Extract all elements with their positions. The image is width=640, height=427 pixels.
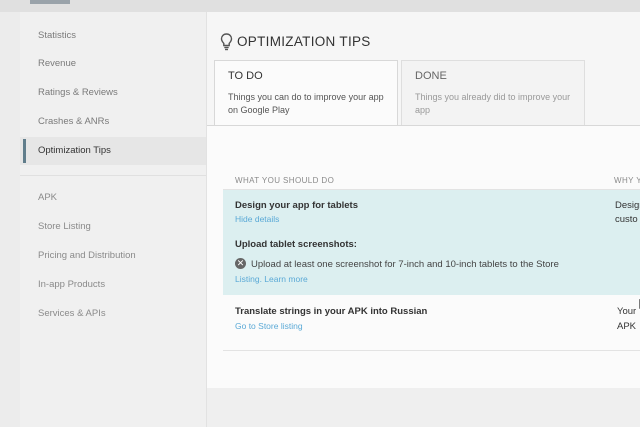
tip-reason-line: APK (617, 321, 637, 332)
column-header-why: WHY Y (614, 176, 640, 185)
tip-row-tablets[interactable]: Design your app for tablets Hide details… (223, 190, 640, 295)
tips-table: WHAT YOU SHOULD DO WHY Y Design your app… (207, 126, 640, 388)
lightbulb-icon (220, 33, 233, 51)
x-circle-icon: ✕ (235, 258, 246, 269)
tab-label: TO DO (228, 70, 263, 82)
tip-title: Design your app for tablets (235, 200, 358, 211)
store-listing-learn-more-link[interactable]: Listing. Learn more (235, 274, 308, 284)
tip-reason-line: Design (615, 200, 640, 211)
sidebar-item-apk[interactable]: APK (20, 184, 206, 212)
page-title: OPTIMIZATION TIPS (237, 34, 371, 49)
main-panel: OPTIMIZATION TIPS TO DO Things you can d… (207, 12, 640, 427)
go-to-store-listing-link[interactable]: Go to Store listing (235, 321, 303, 331)
sidebar-item-label: Revenue (38, 58, 77, 69)
sidebar-divider (20, 175, 206, 176)
sidebar-item-pricing-distribution[interactable]: Pricing and Distribution (20, 242, 206, 270)
column-header-what: WHAT YOU SHOULD DO (235, 176, 335, 185)
tab-to-do[interactable]: TO DO Things you can do to improve your … (214, 60, 398, 127)
tab-done[interactable]: DONE Things you already did to improve y… (401, 60, 585, 126)
tip-error-text: Upload at least one screenshot for 7-inc… (251, 259, 559, 270)
top-bar (0, 0, 640, 12)
sidebar-item-label: Ratings & Reviews (38, 87, 118, 98)
sidebar-item-store-listing[interactable]: Store Listing (20, 213, 206, 241)
sidebar-item-label: Services & APIs (38, 308, 106, 319)
tab-description: Things you can do to improve your app on… (228, 92, 384, 115)
sidebar-item-ratings-reviews[interactable]: Ratings & Reviews (20, 79, 206, 107)
sidebar-item-statistics[interactable]: Statistics (20, 22, 206, 50)
tip-reason-line: custo (615, 214, 638, 225)
sidebar-item-crashes-anrs[interactable]: Crashes & ANRs (20, 108, 206, 136)
sidebar: Statistics Revenue Ratings & Reviews Cra… (20, 12, 207, 427)
sidebar-item-label: Optimization Tips (38, 145, 111, 156)
sidebar-item-in-app-products[interactable]: In-app Products (20, 271, 206, 299)
top-bar-indicator (30, 0, 70, 4)
sidebar-item-services-apis[interactable]: Services & APIs (20, 300, 206, 328)
tip-reason-line: Your (617, 306, 637, 317)
sidebar-item-label: Store Listing (38, 221, 91, 232)
sidebar-item-label: In-app Products (38, 279, 106, 290)
sidebar-item-label: Crashes & ANRs (38, 116, 110, 127)
hide-details-link[interactable]: Hide details (235, 214, 279, 224)
sidebar-item-label: Statistics (38, 30, 77, 41)
tip-subtitle: Upload tablet screenshots: (235, 239, 357, 250)
tab-description: Things you already did to improve your a… (415, 92, 571, 115)
tab-label: DONE (415, 70, 447, 82)
row-divider (223, 350, 640, 351)
footer-area (207, 388, 640, 427)
sidebar-item-label: Pricing and Distribution (38, 250, 136, 261)
sidebar-item-revenue[interactable]: Revenue (20, 50, 206, 78)
tip-title: Translate strings in your APK into Russi… (235, 306, 428, 317)
sidebar-item-optimization-tips[interactable]: Optimization Tips (20, 137, 206, 165)
sidebar-item-label: APK (38, 192, 58, 203)
